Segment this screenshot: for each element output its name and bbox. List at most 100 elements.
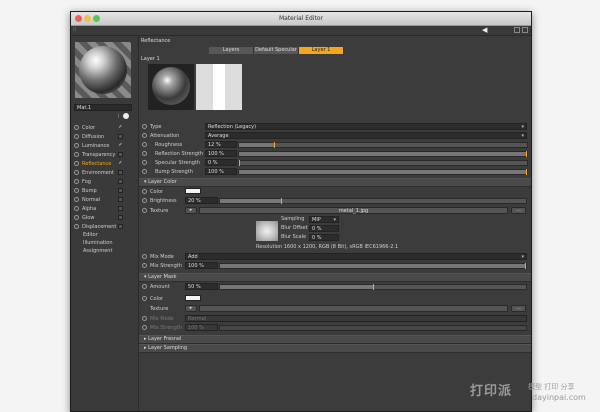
channel-item-normal[interactable]: Normal [74,196,136,204]
channel-item-luminance[interactable]: Luminance ✓ [74,142,136,150]
attenuation-dropdown[interactable]: Average ▾ [205,132,527,139]
slider-thumb[interactable] [526,169,527,175]
bump-strength-row: Bump Strength 100 % [139,168,531,176]
channel-item-alpha[interactable]: Alpha [74,205,136,213]
slider-thumb[interactable] [373,284,374,290]
param-dot-icon[interactable] [142,142,147,147]
mix-strength-slider[interactable] [219,263,527,269]
texture-menu-button[interactable]: ▸ [185,207,197,214]
texture-file-field[interactable]: metal_1.jpg [199,207,508,214]
sidebar-item-assignment[interactable]: Assignment [83,248,112,255]
texture-thumbnail[interactable] [256,221,278,241]
mask-texture-browse-button[interactable]: ... [511,305,526,312]
new-window-icon[interactable] [522,27,528,33]
slider-thumb[interactable] [239,160,240,166]
amount-field[interactable]: 50 % [185,283,218,290]
param-dot-icon[interactable] [142,296,147,301]
channel-item-diffusion[interactable]: Diffusion [74,133,136,141]
slider-thumb[interactable] [274,142,275,148]
color-label: Color [150,189,164,195]
channel-checkbox[interactable]: ✓ [118,143,123,148]
channel-checkbox[interactable] [118,179,123,184]
mix-mode-dropdown[interactable]: Add ▾ [185,253,527,260]
mask-texture-field[interactable] [199,305,508,312]
channel-label: Normal [82,197,101,203]
mask-color-swatch[interactable] [185,295,201,301]
brightness-slider[interactable] [219,198,527,204]
param-dot-icon[interactable] [142,133,147,138]
slider-thumb[interactable] [526,151,527,157]
param-dot-icon[interactable] [142,284,147,289]
channel-checkbox[interactable]: ✓ [118,125,123,130]
color-swatch[interactable] [185,188,201,194]
mask-texture-menu-button[interactable]: ▸ [185,305,197,312]
channel-checkbox[interactable] [118,170,123,175]
param-dot-icon[interactable] [142,151,147,156]
channel-item-bump[interactable]: Bump [74,187,136,195]
channel-checkbox[interactable] [118,224,123,229]
param-dot-icon[interactable] [142,263,147,268]
channel-checkbox[interactable]: ✓ [118,161,123,166]
sidebar-item-illumination[interactable]: Illumination [83,240,113,247]
channel-checkbox[interactable] [118,152,123,157]
layer-sampling-section-header[interactable]: ▸ Layer Sampling [139,344,531,353]
material-options-icon[interactable] [122,113,129,119]
type-dropdown[interactable]: Reflection (Legacy) ▾ [205,123,527,130]
sampling-dropdown[interactable]: MIP ▾ [309,216,339,223]
material-preview[interactable] [75,42,131,98]
slider-thumb[interactable] [281,198,282,204]
channel-item-transparency[interactable]: Transparency [74,151,136,159]
layer-sampling-title: Layer Sampling [148,345,188,351]
channel-checkbox[interactable] [118,188,123,193]
reflection-strength-slider[interactable] [238,151,528,157]
param-dot-icon[interactable] [142,198,147,203]
bump-strength-slider[interactable] [238,169,528,175]
tab-layers[interactable]: Layers [209,47,254,54]
param-dot-icon[interactable] [142,124,147,129]
channel-item-fog[interactable]: Fog [74,178,136,186]
layer-fresnel-section-header[interactable]: ▸ Layer Fresnel [139,335,531,344]
reflection-strength-field[interactable]: 100 % [205,150,237,157]
param-dot-icon[interactable] [142,169,147,174]
slider-thumb[interactable] [525,263,526,269]
param-dot-icon[interactable] [142,160,147,165]
layer-mask-section-header[interactable]: ▾ Layer Mask [139,273,531,282]
specular-strength-slider[interactable] [238,160,528,166]
menu-grip-icon[interactable]: ⁞⁞ [73,27,76,33]
lock-icon[interactable] [514,27,520,33]
channel-checkbox[interactable] [118,134,123,139]
channel-checkbox[interactable] [118,215,123,220]
layer-color-section-header[interactable]: ▾ Layer Color [139,178,531,187]
channel-item-environment[interactable]: Environment [74,169,136,177]
channel-item-reflectance[interactable]: Reflectance ✓ [74,160,136,168]
material-name-field[interactable]: Mat.1 [74,104,132,111]
param-dot-icon[interactable] [142,254,147,259]
roughness-slider[interactable] [238,142,528,148]
blur-offset-field[interactable]: 0 % [309,225,339,232]
blur-scale-field[interactable]: 0 % [309,234,339,241]
channel-label: Environment [82,170,114,176]
texture-browse-button[interactable]: ... [511,207,526,214]
roughness-field[interactable]: 12 % [205,141,237,148]
tab-default-specular[interactable]: Default Specular [254,47,299,54]
channel-label: Displacement [82,224,117,230]
section-title: ▸ Layer Fresnel [144,336,182,342]
channel-checkbox[interactable] [118,197,123,202]
brightness-field[interactable]: 20 % [185,197,218,204]
channel-item-displacement[interactable]: Displacement [74,223,136,231]
back-arrow-icon[interactable]: ◀ [482,26,487,34]
sidebar-item-editor[interactable]: Editor [83,232,98,239]
channel-label: Bump [82,188,97,194]
amount-slider[interactable] [219,284,527,290]
param-dot-icon[interactable] [142,189,147,194]
tab-layer-1[interactable]: Layer 1 [299,47,344,54]
mask-mix-strength-row: Mix Strength 100 % [139,324,531,332]
mix-strength-field[interactable]: 100 % [185,262,218,269]
mix-strength-row: Mix Strength 100 % [139,262,531,270]
channel-item-glow[interactable]: Glow [74,214,136,222]
channel-item-color[interactable]: Color ✓ [74,124,136,132]
param-dot-icon[interactable] [142,208,147,213]
channel-checkbox[interactable] [118,206,123,211]
specular-strength-field[interactable]: 0 % [205,159,237,166]
bump-strength-field[interactable]: 100 % [205,168,237,175]
